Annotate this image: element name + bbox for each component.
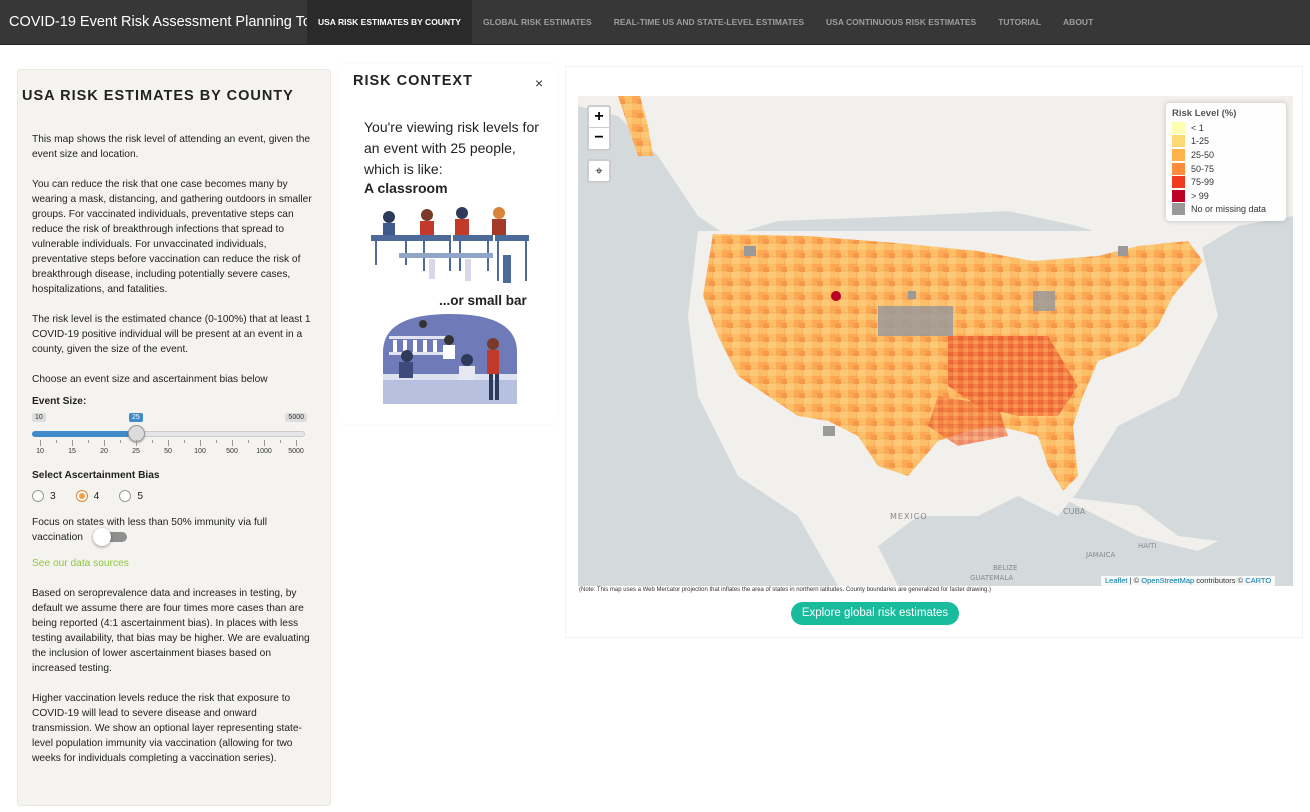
tab-tutorial[interactable]: TUTORIAL (987, 0, 1052, 45)
tick-label: 1000 (256, 448, 272, 455)
immunity-toggle[interactable] (93, 528, 128, 546)
legend-item: < 1 (1172, 121, 1280, 135)
example-bar: ...or small bar (439, 293, 527, 308)
leaflet-link[interactable]: Leaflet (1105, 576, 1128, 585)
intro-text: This map shows the risk level of attendi… (32, 134, 311, 160)
tick-label: 25 (132, 448, 140, 455)
tab-usa-county[interactable]: USA RISK ESTIMATES BY COUNTY (307, 0, 472, 45)
zoom-out-button[interactable]: − (589, 128, 609, 149)
map-label-cuba: CUBA (1063, 507, 1086, 516)
reduce-text: You can reduce the risk that one case be… (32, 179, 312, 295)
zoom-in-button[interactable]: + (589, 107, 609, 128)
map-attribution: Leaflet | © OpenStreetMap contributors ©… (1101, 576, 1276, 586)
osm-link[interactable]: OpenStreetMap (1141, 576, 1194, 585)
map-projection-note: (Note: This map uses a Web Mercator proj… (579, 587, 991, 593)
seroprevalence-text: Based on seroprevalence data and increas… (32, 588, 310, 674)
bias-radio-label: 5 (137, 490, 144, 502)
close-icon[interactable]: × (535, 75, 543, 91)
legend-item: 75-99 (1172, 175, 1280, 189)
bias-label: Select Ascertainment Bias (32, 470, 160, 481)
map-label-belize: BELIZE (993, 564, 1017, 572)
explore-global-button[interactable]: Explore global risk estimates (791, 602, 959, 625)
bar-illustration (383, 314, 517, 404)
event-size-slider[interactable]: 10 25 5000 10 15 20 25 50 100 500 1000 5… (32, 410, 307, 462)
panel-title: USA RISK ESTIMATES BY COUNTY (22, 88, 294, 104)
carto-link[interactable]: CARTO (1245, 576, 1271, 585)
map-label-guatemala: GUATEMALA (970, 574, 1013, 582)
legend-item: 50-75 (1172, 162, 1280, 176)
tick-label: 500 (226, 448, 238, 455)
bias-radio-label: 3 (50, 490, 56, 502)
locate-button[interactable]: ⌖ (587, 159, 611, 183)
bias-radio-4[interactable] (75, 490, 88, 502)
legend-item: > 99 (1172, 189, 1280, 203)
risk-context-text: You're viewing risk levels for an event … (364, 119, 539, 177)
choose-text: Choose an event size and ascertainment b… (32, 374, 268, 385)
slider-fill (32, 431, 136, 437)
toggle-knob[interactable] (93, 528, 111, 546)
map-legend: Risk Level (%) < 1 1-25 25-50 50-75 75-9… (1166, 103, 1286, 221)
slider-value-label: 25 (129, 413, 143, 422)
tab-realtime[interactable]: REAL-TIME US AND STATE-LEVEL ESTIMATES (603, 0, 815, 45)
tick-label: 100 (194, 448, 206, 455)
legend-item: No or missing data (1172, 203, 1280, 217)
tab-continuous[interactable]: USA CONTINUOUS RISK ESTIMATES (815, 0, 987, 45)
slider-max-label: 5000 (285, 413, 307, 422)
bias-radio-group: 3 4 5 (32, 490, 163, 502)
navbar: COVID-19 Event Risk Assessment Planning … (0, 0, 1310, 45)
legend-item: 25-50 (1172, 148, 1280, 162)
tick-label: 50 (164, 448, 172, 455)
classroom-illustration (371, 207, 529, 283)
risk-context-panel: RISK CONTEXT × You're viewing risk level… (339, 64, 557, 424)
immunity-label: Focus on states with less than 50% immun… (32, 517, 267, 543)
event-size-label: Event Size: (32, 396, 87, 407)
tick-label: 20 (100, 448, 108, 455)
app-title[interactable]: COVID-19 Event Risk Assessment Planning … (0, 14, 322, 30)
data-sources-link[interactable]: See our data sources (32, 556, 312, 571)
map-label-jamaica: JAMAICA (1085, 551, 1116, 559)
map-label-haiti: HAITI (1138, 542, 1156, 550)
risk-context-title: RISK CONTEXT (353, 73, 473, 89)
slider-ticks: 10 15 20 25 50 100 500 1000 5000 (32, 440, 305, 462)
tab-global[interactable]: GLOBAL RISK ESTIMATES (472, 0, 603, 45)
tick-label: 10 (36, 448, 44, 455)
map-label-mexico: MEXICO (890, 512, 928, 521)
bias-radio-3[interactable] (32, 490, 44, 502)
tick-label: 5000 (288, 448, 304, 455)
vaccination-text: Higher vaccination levels reduce the ris… (32, 693, 302, 764)
tab-about[interactable]: ABOUT (1052, 0, 1104, 45)
example-classroom: A classroom (364, 180, 448, 196)
slider-min-label: 10 (32, 413, 46, 422)
crosshair-icon: ⌖ (595, 163, 603, 178)
bias-radio-label: 4 (93, 490, 100, 502)
sidebar-panel: USA RISK ESTIMATES BY COUNTY This map sh… (17, 69, 331, 806)
zoom-control: + − (587, 105, 611, 151)
bias-radio-5[interactable] (119, 490, 132, 502)
legend-item: 1-25 (1172, 135, 1280, 149)
legend-title: Risk Level (%) (1172, 108, 1237, 119)
risk-definition-text: The risk level is the estimated chance (… (32, 314, 311, 355)
tick-label: 15 (68, 448, 76, 455)
